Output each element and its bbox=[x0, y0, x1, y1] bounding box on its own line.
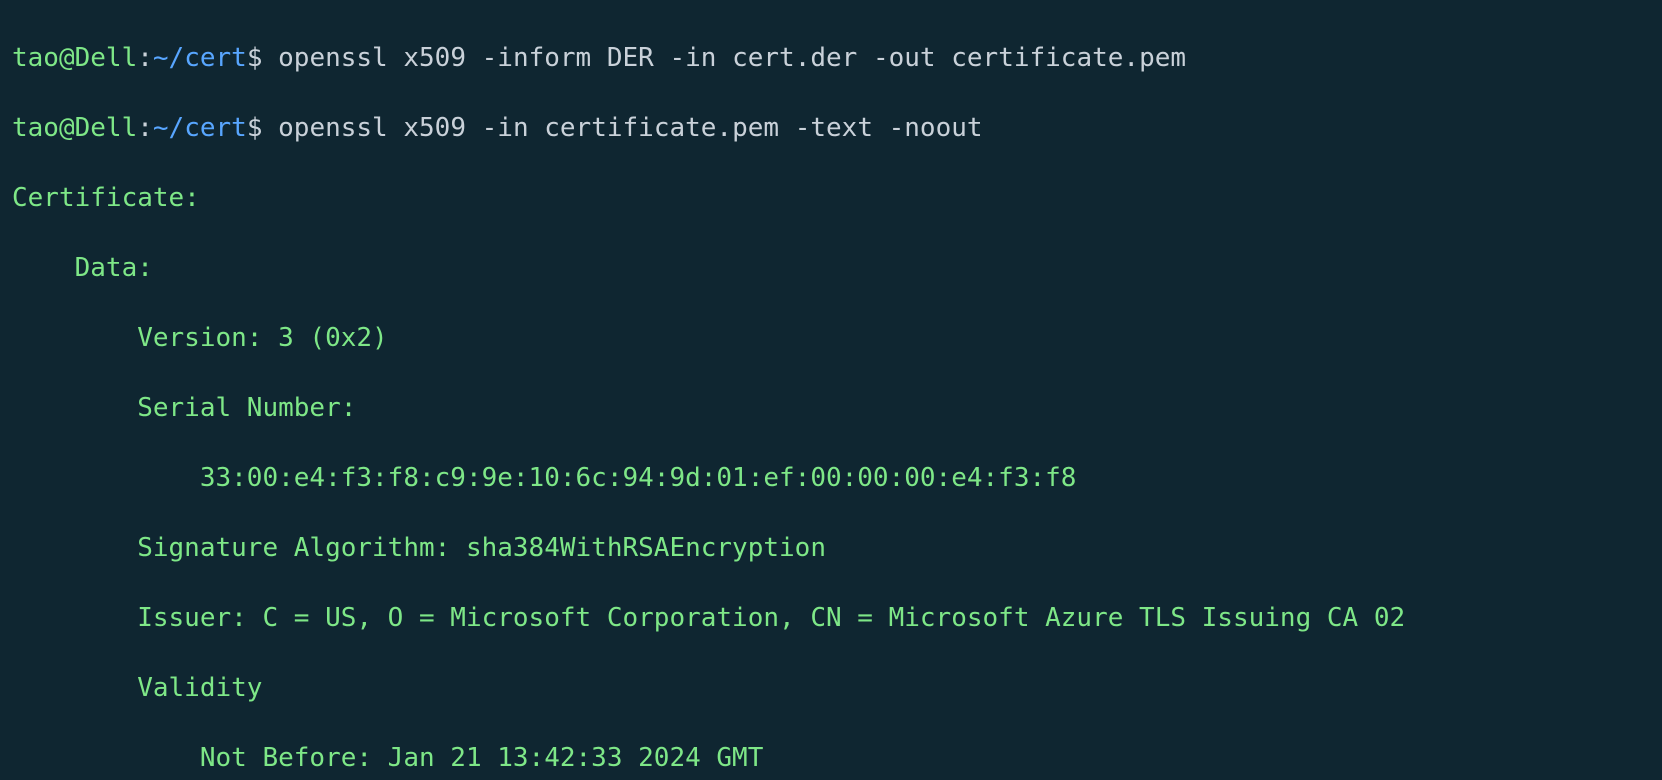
output-line: Not Before: Jan 21 13:42:33 2024 GMT bbox=[12, 741, 1650, 776]
command-line-1: tao@Dell:~/cert$ openssl x509 -inform DE… bbox=[12, 41, 1650, 76]
command-line-2: tao@Dell:~/cert$ openssl x509 -in certif… bbox=[12, 111, 1650, 146]
output-line: Signature Algorithm: sha384WithRSAEncryp… bbox=[12, 531, 1650, 566]
command-2: openssl x509 -in certificate.pem -text -… bbox=[278, 113, 982, 143]
prompt-dollar: $ bbox=[247, 43, 278, 73]
output-line: Data: bbox=[12, 251, 1650, 286]
output-line: Version: 3 (0x2) bbox=[12, 321, 1650, 356]
prompt-tilde: ~ bbox=[153, 113, 169, 143]
prompt-slash: / bbox=[169, 43, 185, 73]
prompt-path: cert bbox=[184, 113, 247, 143]
prompt-dollar: $ bbox=[247, 113, 278, 143]
prompt-userhost: tao@Dell bbox=[12, 113, 137, 143]
output-line: Issuer: C = US, O = Microsoft Corporatio… bbox=[12, 601, 1650, 636]
prompt-colon: : bbox=[137, 43, 153, 73]
output-line: Certificate: bbox=[12, 181, 1650, 216]
output-line: Validity bbox=[12, 671, 1650, 706]
output-line: Serial Number: bbox=[12, 391, 1650, 426]
prompt-colon: : bbox=[137, 113, 153, 143]
prompt-path: cert bbox=[184, 43, 247, 73]
prompt-userhost: tao@Dell bbox=[12, 43, 137, 73]
output-line: 33:00:e4:f3:f8:c9:9e:10:6c:94:9d:01:ef:0… bbox=[12, 461, 1650, 496]
command-1: openssl x509 -inform DER -in cert.der -o… bbox=[278, 43, 1186, 73]
prompt-slash: / bbox=[169, 113, 185, 143]
terminal-window[interactable]: tao@Dell:~/cert$ openssl x509 -inform DE… bbox=[0, 0, 1662, 780]
prompt-tilde: ~ bbox=[153, 43, 169, 73]
